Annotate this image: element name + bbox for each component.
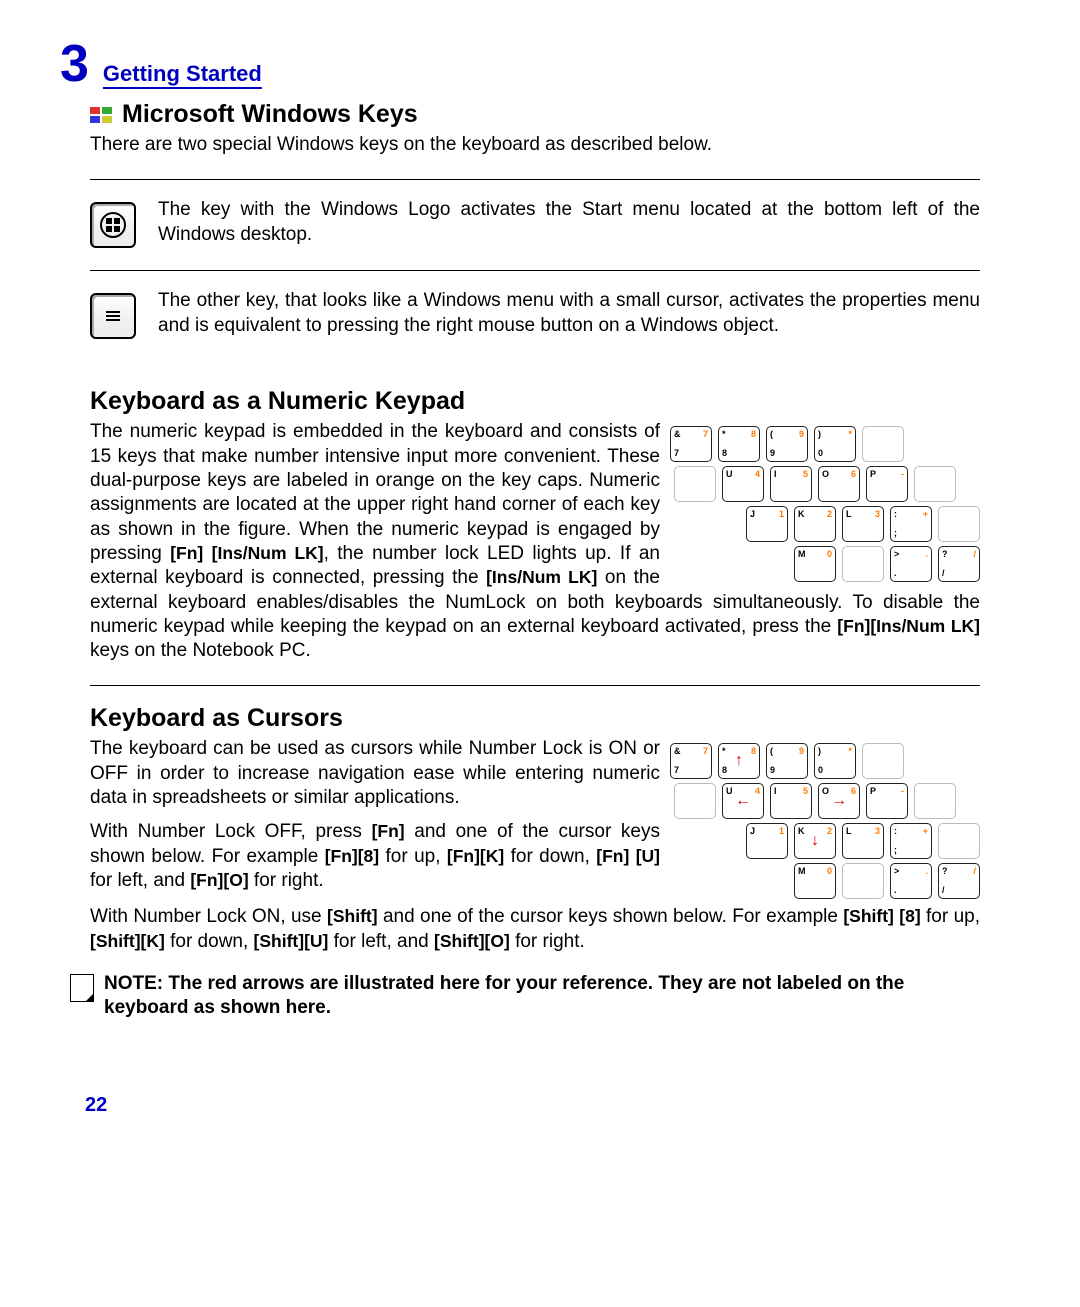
- keycap: O6→: [818, 783, 860, 819]
- section3-body: &77*88↑(99)*0 U4←I5O6→P- J1K2↓L3:+; M0 >..?/…: [90, 737, 980, 954]
- divider: [90, 179, 980, 180]
- divider: [90, 270, 980, 271]
- keycap: >..: [890, 546, 932, 582]
- section-title-cursors: Keyboard as Cursors: [90, 704, 980, 733]
- windows-logo-key-icon: [90, 202, 136, 248]
- chapter-number: 3: [60, 38, 89, 90]
- keycap: [674, 466, 716, 502]
- keycap: K2: [794, 506, 836, 542]
- keycap: J1: [746, 506, 788, 542]
- keycap: *88: [718, 426, 760, 462]
- menu-key-icon: [90, 293, 136, 339]
- section-title-numeric-keypad: Keyboard as a Numeric Keypad: [90, 387, 980, 416]
- page-number: 22: [85, 1094, 107, 1117]
- keycap: [842, 863, 884, 899]
- keycap: M0: [794, 863, 836, 899]
- section-title-windows-keys: Microsoft Windows Keys: [90, 100, 980, 129]
- keycap: P-: [866, 783, 908, 819]
- keycap: [842, 546, 884, 582]
- windows-logo-key-desc: The key with the Windows Logo activates …: [158, 198, 980, 247]
- keycap: U4: [722, 466, 764, 502]
- section3-p3: With Number Lock ON, use [Shift] and one…: [90, 905, 980, 954]
- keycap: L3: [842, 823, 884, 859]
- section1-intro: There are two special Windows keys on th…: [90, 133, 980, 157]
- keycap: L3: [842, 506, 884, 542]
- windows-flag-icon: [90, 107, 112, 123]
- keycap: &77: [670, 743, 712, 779]
- divider: [90, 685, 980, 686]
- menu-key-row: The other key, that looks like a Windows…: [90, 289, 980, 339]
- section2-body: &77*88(99)*0U4I5O6P-J1K2L3:+;M0>..?// Th…: [90, 420, 980, 663]
- manual-page: 3 Getting Started Microsoft Windows Keys…: [0, 0, 1080, 1307]
- keycap: I5: [770, 466, 812, 502]
- keycap: [914, 783, 956, 819]
- keycap: [938, 506, 980, 542]
- keycap: O6: [818, 466, 860, 502]
- keycap: M0: [794, 546, 836, 582]
- menu-key-desc: The other key, that looks like a Windows…: [158, 289, 980, 338]
- keycap: J1: [746, 823, 788, 859]
- keycap: *88↑: [718, 743, 760, 779]
- keycap: (99: [766, 743, 808, 779]
- keycap: [674, 783, 716, 819]
- chapter-header: 3 Getting Started: [60, 38, 980, 90]
- keycap: :+;: [890, 506, 932, 542]
- keypad-figure-1: &77*88(99)*0 U4I5O6P- J1K2L3:+; M0 >..?//: [670, 426, 980, 582]
- keycap: ?//: [938, 546, 980, 582]
- keycap: &77: [670, 426, 712, 462]
- keycap: )*0: [814, 743, 856, 779]
- keycap: )*0: [814, 426, 856, 462]
- keycap: :+;: [890, 823, 932, 859]
- keycap: [862, 743, 904, 779]
- keycap: [914, 466, 956, 502]
- keycap: [938, 823, 980, 859]
- keycap: ?//: [938, 863, 980, 899]
- note-text: NOTE: The red arrows are illustrated her…: [104, 972, 980, 1020]
- windows-logo-key-row: The key with the Windows Logo activates …: [90, 198, 980, 248]
- keycap: K2↓: [794, 823, 836, 859]
- keycap: U4←: [722, 783, 764, 819]
- section-title-text: Microsoft Windows Keys: [122, 100, 418, 129]
- keycap: (99: [766, 426, 808, 462]
- note-block: NOTE: The red arrows are illustrated her…: [60, 972, 980, 1020]
- note-icon: [70, 974, 94, 1002]
- keycap: [862, 426, 904, 462]
- chapter-title: Getting Started: [103, 61, 262, 87]
- keycap: >..: [890, 863, 932, 899]
- keycap: P-: [866, 466, 908, 502]
- keycap: I5: [770, 783, 812, 819]
- keypad-figure-2: &77*88↑(99)*0 U4←I5O6→P- J1K2↓L3:+; M0 >..?/…: [670, 743, 980, 899]
